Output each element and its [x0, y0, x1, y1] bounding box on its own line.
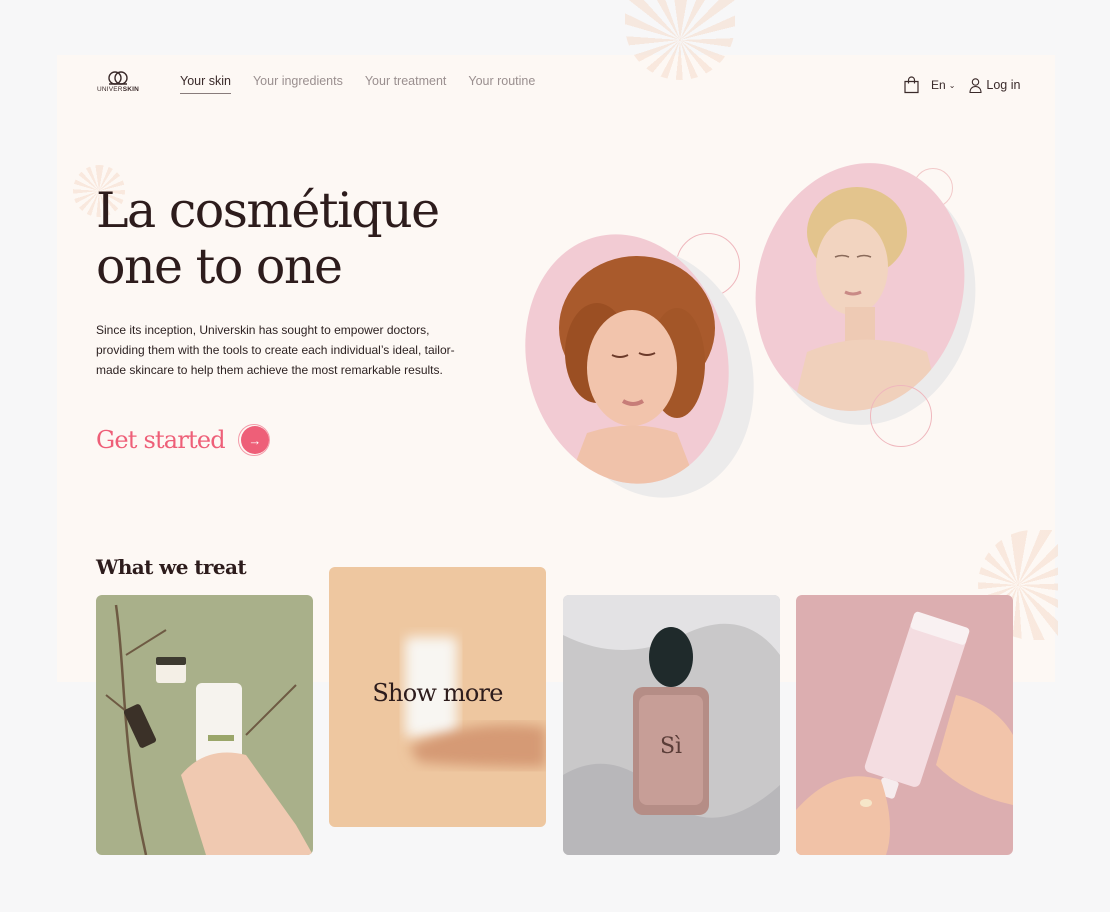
decorative-ring [870, 385, 932, 447]
nav-item-your-ingredients[interactable]: Your ingredients [253, 74, 343, 94]
treat-card-skincare-products[interactable] [96, 595, 313, 855]
hero-description: Since its inception, Universkin has soug… [96, 323, 455, 377]
treat-card-show-more[interactable]: Show more [329, 567, 546, 827]
repair-cream-image [796, 611, 1013, 855]
chevron-down-icon: ⌄ [948, 80, 956, 90]
treat-card-repair-cream[interactable] [796, 595, 1013, 855]
portrait-redhead-illustration [559, 256, 715, 485]
nav-item-your-skin[interactable]: Your skin [180, 74, 231, 94]
portrait-blonde-illustration [792, 187, 942, 412]
nav-item-your-treatment[interactable]: Your treatment [365, 74, 447, 94]
svg-text:Sì: Sì [660, 734, 682, 759]
get-started-button[interactable]: Get started → [96, 424, 270, 456]
treat-card-perfume[interactable]: Sì [563, 595, 780, 855]
hero-title: La cosmétique one to one [96, 183, 516, 295]
main-nav: Your skin Your ingredients Your treatmen… [180, 74, 535, 94]
skincare-products-image [105, 604, 313, 855]
hero-title-line-1: La cosmétique [96, 182, 440, 239]
nav-item-your-routine[interactable]: Your routine [468, 74, 535, 94]
hero-title-line-2: one to one [96, 238, 343, 295]
logo-wordmark: UNIVERSKIN [96, 86, 140, 93]
shopping-bag-icon[interactable] [903, 76, 920, 94]
header-actions: En ⌄ Log in [903, 76, 1020, 94]
login-button[interactable]: Log in [969, 77, 1021, 93]
get-started-label: Get started [96, 426, 226, 454]
show-more-label: Show more [372, 679, 503, 707]
language-label: En [931, 78, 946, 92]
login-label: Log in [986, 78, 1021, 92]
brand-logo[interactable]: UNIVERSKIN [96, 71, 140, 101]
user-icon [969, 77, 982, 93]
what-we-treat-title: What we treat [96, 555, 247, 579]
arrow-right-icon[interactable]: → [237, 424, 270, 456]
perfume-bottle-image: Sì [563, 595, 780, 855]
language-selector[interactable]: En ⌄ [931, 78, 955, 92]
logo-rings-icon [108, 71, 128, 85]
